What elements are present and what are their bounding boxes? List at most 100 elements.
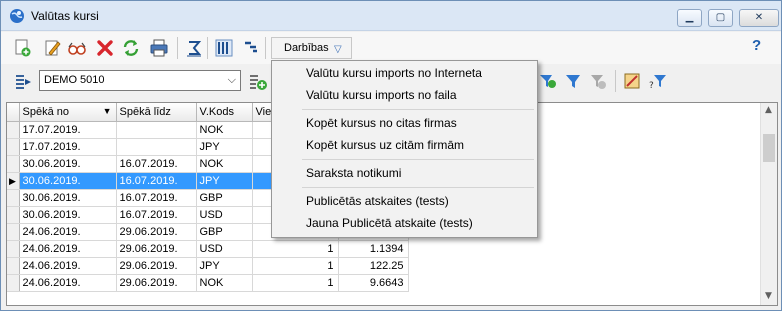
menu-separator bbox=[302, 159, 534, 160]
cell-currency-code[interactable]: NOK bbox=[196, 121, 253, 139]
actions-dropdown-button[interactable]: Darbības ▽ bbox=[271, 37, 352, 59]
view-glasses-icon[interactable] bbox=[67, 38, 87, 58]
cell-currency-code[interactable]: GBP bbox=[196, 189, 253, 207]
toolbar-separator bbox=[177, 37, 178, 59]
row-indicator bbox=[7, 223, 20, 241]
cell-valid-from[interactable]: 17.07.2019. bbox=[19, 121, 117, 139]
cell-valid-from[interactable]: 30.06.2019. bbox=[19, 189, 117, 207]
cell-currency-code[interactable]: NOK bbox=[196, 155, 253, 173]
user-filter-icon[interactable] bbox=[623, 72, 641, 90]
table-row[interactable]: 24.06.2019. 29.06.2019. USD 1 1.1394 bbox=[7, 240, 409, 258]
list-arrow-icon[interactable] bbox=[13, 72, 33, 92]
cell-currency-code[interactable]: NOK bbox=[196, 274, 253, 292]
chevron-down-icon: ▽ bbox=[334, 44, 342, 55]
window-title: Valūtas kursi bbox=[31, 9, 99, 23]
scroll-thumb[interactable] bbox=[763, 134, 775, 162]
cell-rate[interactable]: 122.25 bbox=[338, 257, 409, 275]
menu-item-published-reports[interactable]: Publicētās atskaites (tests) bbox=[306, 191, 526, 211]
menu-item-list-events[interactable]: Saraksta notikumi bbox=[306, 163, 526, 183]
company-select-value: DEMO 5010 bbox=[44, 74, 105, 86]
chevron-down-icon: ⌵ bbox=[227, 74, 236, 86]
cell-valid-to[interactable]: 16.07.2019. bbox=[116, 172, 197, 190]
svg-text:?: ? bbox=[649, 81, 654, 90]
menu-item-copy-to-companies[interactable]: Kopēt kursus uz citām firmām bbox=[306, 135, 526, 155]
cell-valid-from[interactable]: 30.06.2019. bbox=[19, 172, 117, 190]
cell-valid-from[interactable]: 30.06.2019. bbox=[19, 206, 117, 224]
cell-currency-code[interactable]: JPY bbox=[196, 138, 253, 156]
menu-item-import-internet[interactable]: Valūtu kursu imports no Interneta bbox=[306, 63, 526, 83]
sum-icon[interactable] bbox=[184, 38, 204, 58]
table-row[interactable]: 24.06.2019. 29.06.2019. JPY 1 122.25 bbox=[7, 257, 409, 275]
close-button[interactable]: ✕ bbox=[739, 9, 779, 27]
cell-rate[interactable]: 9.6643 bbox=[338, 274, 409, 292]
column-header-to[interactable]: Spēkā līdz bbox=[116, 103, 197, 122]
cell-currency-code[interactable]: USD bbox=[196, 240, 253, 258]
cell-valid-to[interactable] bbox=[116, 138, 197, 156]
sort-desc-icon: ▼ bbox=[102, 105, 112, 116]
filter-add-icon[interactable] bbox=[539, 72, 557, 90]
cell-valid-from[interactable]: 24.06.2019. bbox=[19, 274, 117, 292]
cell-unit[interactable]: 1 bbox=[252, 240, 339, 258]
title-bar: Valūtas kursi ▁ ▢ ✕ bbox=[1, 1, 781, 31]
column-header-code[interactable]: V.Kods bbox=[196, 103, 253, 122]
menu-item-copy-from-company[interactable]: Kopēt kursus no citas firmas bbox=[306, 113, 526, 133]
cell-valid-to[interactable]: 29.06.2019. bbox=[116, 257, 197, 275]
cell-valid-from[interactable]: 24.06.2019. bbox=[19, 257, 117, 275]
toolbar-separator bbox=[207, 37, 208, 59]
table-row[interactable]: 24.06.2019. 29.06.2019. NOK 1 9.6643 bbox=[7, 274, 409, 292]
menu-item-import-file[interactable]: Valūtu kursu imports no faila bbox=[306, 85, 526, 105]
filter-icon[interactable] bbox=[564, 72, 582, 90]
scroll-up-icon[interactable]: ▲ bbox=[765, 105, 772, 115]
cell-valid-from[interactable]: 17.07.2019. bbox=[19, 138, 117, 156]
edit-icon[interactable] bbox=[43, 38, 63, 58]
cell-currency-code[interactable]: GBP bbox=[196, 223, 253, 241]
cell-unit[interactable]: 1 bbox=[252, 257, 339, 275]
cell-valid-from[interactable]: 24.06.2019. bbox=[19, 240, 117, 258]
cell-valid-to[interactable]: 16.07.2019. bbox=[116, 206, 197, 224]
row-indicator bbox=[7, 240, 20, 258]
minimize-button[interactable]: ▁ bbox=[677, 9, 702, 27]
menu-separator bbox=[302, 109, 534, 110]
column-header-from[interactable]: Spēkā no ▼ bbox=[19, 103, 117, 122]
cell-valid-from[interactable]: 24.06.2019. bbox=[19, 223, 117, 241]
help-icon[interactable]: ? bbox=[752, 37, 761, 54]
vertical-scrollbar[interactable]: ▲ ▼ bbox=[760, 103, 777, 305]
cell-currency-code[interactable]: USD bbox=[196, 206, 253, 224]
cell-valid-to[interactable] bbox=[116, 121, 197, 139]
row-indicator bbox=[7, 274, 20, 292]
toolbar-separator bbox=[615, 70, 616, 92]
row-indicator bbox=[7, 155, 20, 173]
filter-clear-icon[interactable] bbox=[589, 72, 607, 90]
scroll-down-icon[interactable]: ▼ bbox=[765, 291, 772, 301]
cell-valid-from[interactable]: 30.06.2019. bbox=[19, 155, 117, 173]
actions-label: Darbības bbox=[284, 42, 329, 54]
menu-item-new-published-report[interactable]: Jauna Publicētā atskaite (tests) bbox=[306, 213, 526, 233]
columns-icon[interactable] bbox=[214, 38, 234, 58]
tree-icon[interactable] bbox=[241, 38, 261, 58]
menu-separator bbox=[302, 187, 534, 188]
cell-rate[interactable]: 1.1394 bbox=[338, 240, 409, 258]
cell-valid-to[interactable]: 29.06.2019. bbox=[116, 240, 197, 258]
cell-valid-to[interactable]: 16.07.2019. bbox=[116, 155, 197, 173]
cell-unit[interactable]: 1 bbox=[252, 274, 339, 292]
company-select[interactable]: DEMO 5010 ⌵ bbox=[39, 70, 241, 91]
row-indicator bbox=[7, 189, 20, 207]
current-row-arrow-icon: ▶ bbox=[9, 175, 16, 186]
row-indicator: ▶ bbox=[7, 172, 20, 190]
row-indicator bbox=[7, 257, 20, 275]
add-icon[interactable] bbox=[13, 38, 33, 58]
row-indicator bbox=[7, 121, 20, 139]
actions-menu: Valūtu kursu imports no Interneta Valūtu… bbox=[271, 60, 538, 238]
maximize-button[interactable]: ▢ bbox=[708, 9, 733, 27]
print-icon[interactable] bbox=[149, 38, 169, 58]
delete-icon[interactable] bbox=[95, 38, 115, 58]
cell-valid-to[interactable]: 16.07.2019. bbox=[116, 189, 197, 207]
add-filter-icon[interactable] bbox=[248, 72, 268, 92]
cell-valid-to[interactable]: 29.06.2019. bbox=[116, 223, 197, 241]
filter-help-icon[interactable]: ? bbox=[649, 72, 667, 90]
refresh-icon[interactable] bbox=[121, 38, 141, 58]
cell-valid-to[interactable]: 29.06.2019. bbox=[116, 274, 197, 292]
cell-currency-code[interactable]: JPY bbox=[196, 172, 253, 190]
app-globe-icon bbox=[10, 9, 24, 23]
cell-currency-code[interactable]: JPY bbox=[196, 257, 253, 275]
